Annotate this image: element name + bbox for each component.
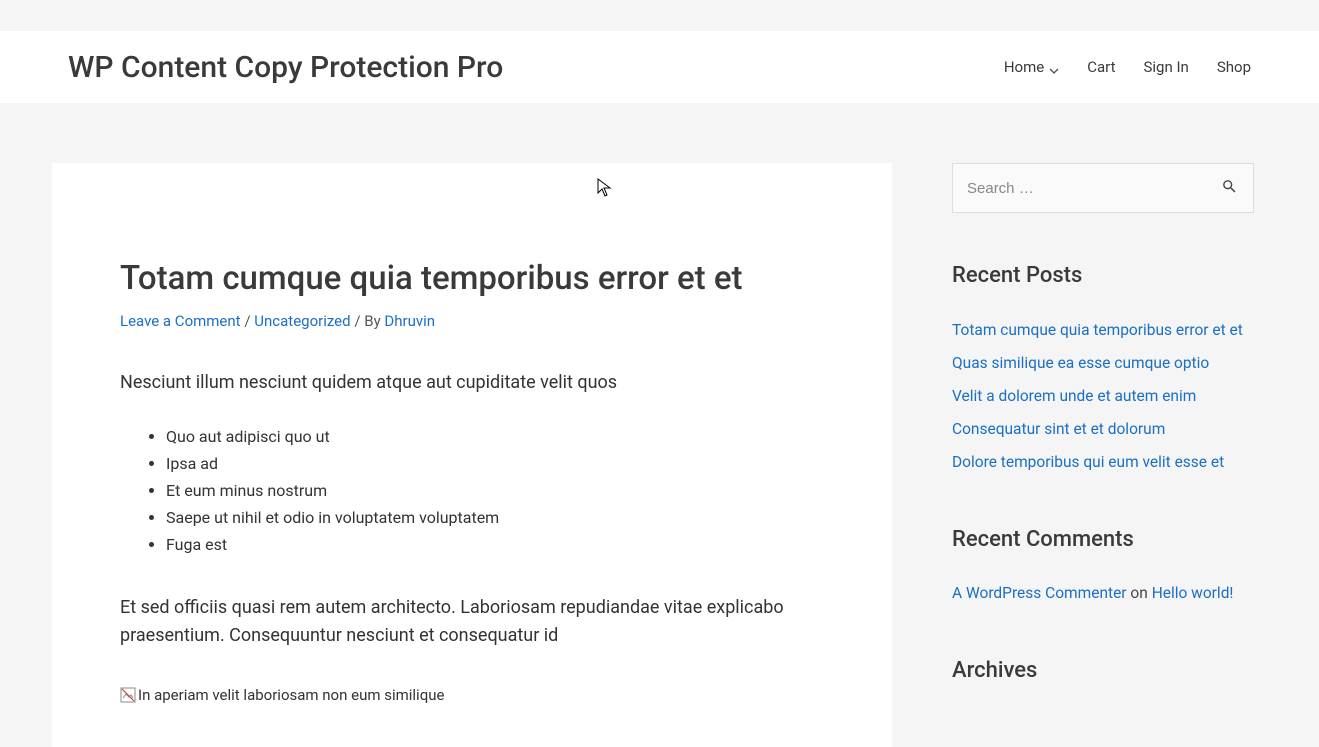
post-lead: Nesciunt illum nesciunt quidem atque aut…: [120, 372, 824, 393]
nav-shop[interactable]: Shop: [1217, 58, 1251, 76]
nav-home[interactable]: Home: [1004, 58, 1059, 76]
search-input[interactable]: [953, 164, 1205, 212]
chevron-down-icon: [1049, 62, 1059, 72]
site-title[interactable]: WP Content Copy Protection Pro: [68, 50, 503, 85]
comment-author-link[interactable]: A WordPress Commenter: [952, 584, 1127, 602]
recent-post-link[interactable]: Totam cumque quia temporibus error et et: [952, 321, 1243, 339]
search-button[interactable]: [1205, 164, 1253, 212]
post-meta: Leave a Comment / Uncategorized / By Dhr…: [120, 312, 824, 330]
leave-comment-link[interactable]: Leave a Comment: [120, 312, 241, 330]
comment-post-link[interactable]: Hello world!: [1152, 584, 1234, 602]
nav-signin[interactable]: Sign In: [1143, 58, 1188, 76]
category-link[interactable]: Uncategorized: [254, 312, 350, 330]
recent-post-link[interactable]: Quas similique ea esse cumque optio: [952, 354, 1209, 372]
recent-comments-title: Recent Comments: [952, 527, 1254, 552]
search-icon: [1221, 178, 1238, 198]
recent-post-link[interactable]: Consequatur sint et et dolorum: [952, 420, 1165, 438]
meta-sep: /: [244, 312, 250, 330]
broken-image-alt: In aperiam velit laboriosam non eum simi…: [138, 686, 444, 704]
comment-on: on: [1130, 584, 1147, 602]
recent-post-link[interactable]: Dolore temporibus qui eum velit esse et: [952, 453, 1224, 471]
recent-posts-title: Recent Posts: [952, 263, 1254, 288]
list-item: Quo aut adipisci quo ut: [166, 427, 824, 446]
list-item: Ipsa ad: [166, 454, 824, 473]
list-item: Et eum minus nostrum: [166, 481, 824, 500]
post-bullets: Quo aut adipisci quo ut Ipsa ad Et eum m…: [120, 427, 824, 554]
nav-home-label: Home: [1004, 58, 1044, 76]
post-title: Totam cumque quia temporibus error et et: [120, 259, 824, 298]
author-link[interactable]: Dhruvin: [384, 312, 435, 330]
sidebar: Recent Posts Totam cumque quia temporibu…: [952, 163, 1254, 715]
recent-comment: A WordPress Commenter on Hello world!: [952, 584, 1254, 602]
list-item: Fuga est: [166, 535, 824, 554]
post-paragraph: Et sed officiis quasi rem autem architec…: [120, 594, 824, 650]
site-header: WP Content Copy Protection Pro Home Cart…: [0, 31, 1319, 103]
post-card: Totam cumque quia temporibus error et et…: [52, 163, 892, 747]
list-item: Saepe ut nihil et odio in voluptatem vol…: [166, 508, 824, 527]
nav-cart[interactable]: Cart: [1087, 58, 1115, 76]
broken-image: In aperiam velit laboriosam non eum simi…: [120, 686, 444, 704]
recent-post-link[interactable]: Velit a dolorem unde et autem enim: [952, 387, 1196, 405]
archives-title: Archives: [952, 658, 1254, 683]
recent-posts-list: Totam cumque quia temporibus error et et…: [952, 320, 1254, 471]
primary-nav: Home Cart Sign In Shop: [1004, 58, 1251, 76]
meta-by: / By: [354, 312, 380, 330]
broken-image-icon: [120, 687, 136, 703]
search-box: [952, 163, 1254, 213]
